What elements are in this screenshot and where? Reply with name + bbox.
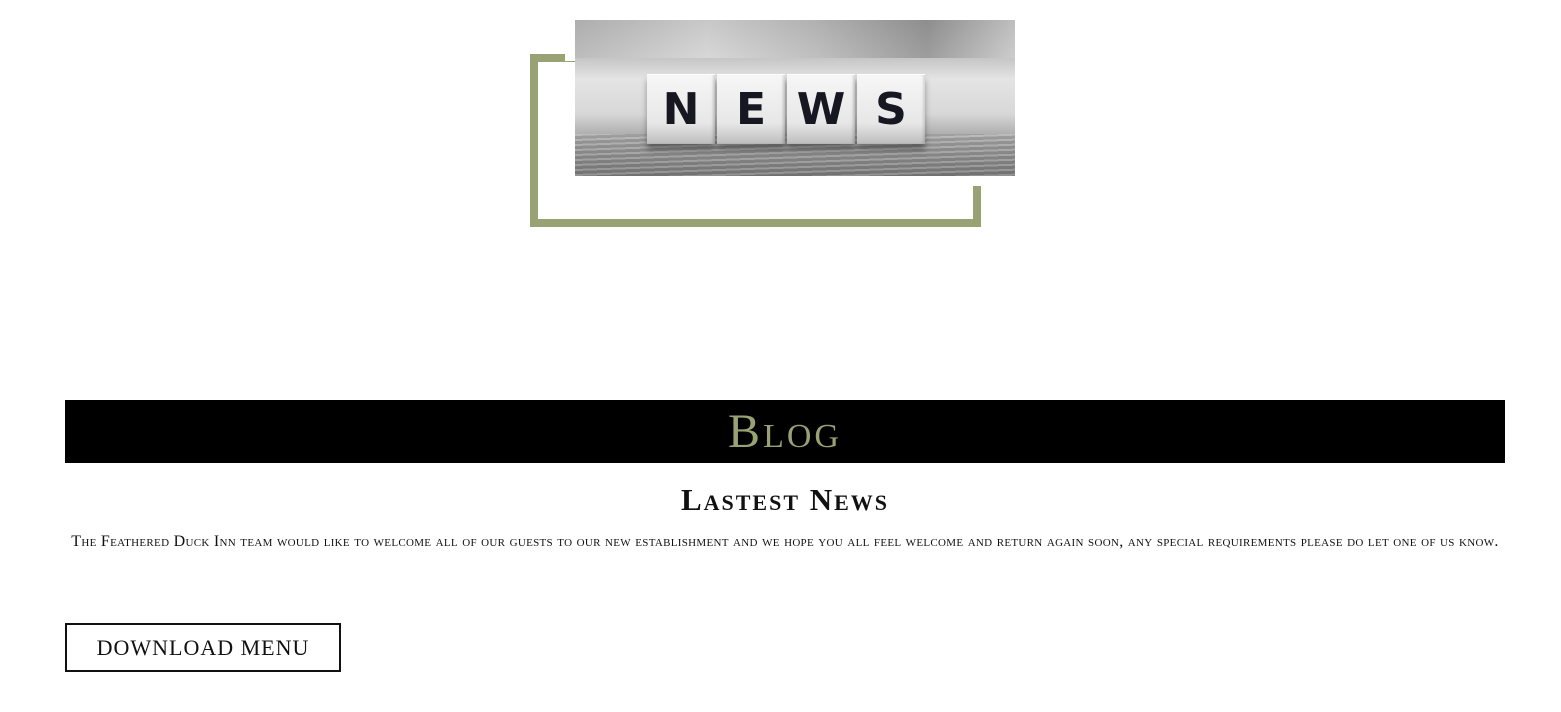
blog-title: Blog <box>728 404 842 458</box>
latest-news-paragraph: The Feathered Duck Inn team would like t… <box>71 533 1499 550</box>
news-tile-w: W <box>787 74 855 144</box>
news-letter-tiles: N E W S <box>647 74 925 144</box>
news-image: N E W S <box>575 20 1015 176</box>
news-tile-s: S <box>857 74 925 144</box>
frame-right-gap <box>973 176 989 186</box>
download-menu-button[interactable]: DOWNLOAD MENU <box>65 623 341 672</box>
blog-banner: Blog <box>65 400 1505 463</box>
blog-page: N E W S Blog Lastest News The Feathered … <box>0 0 1561 712</box>
news-tile-n: N <box>647 74 715 144</box>
latest-news-heading: Lastest News <box>680 482 890 517</box>
news-tile-e: E <box>717 74 785 144</box>
